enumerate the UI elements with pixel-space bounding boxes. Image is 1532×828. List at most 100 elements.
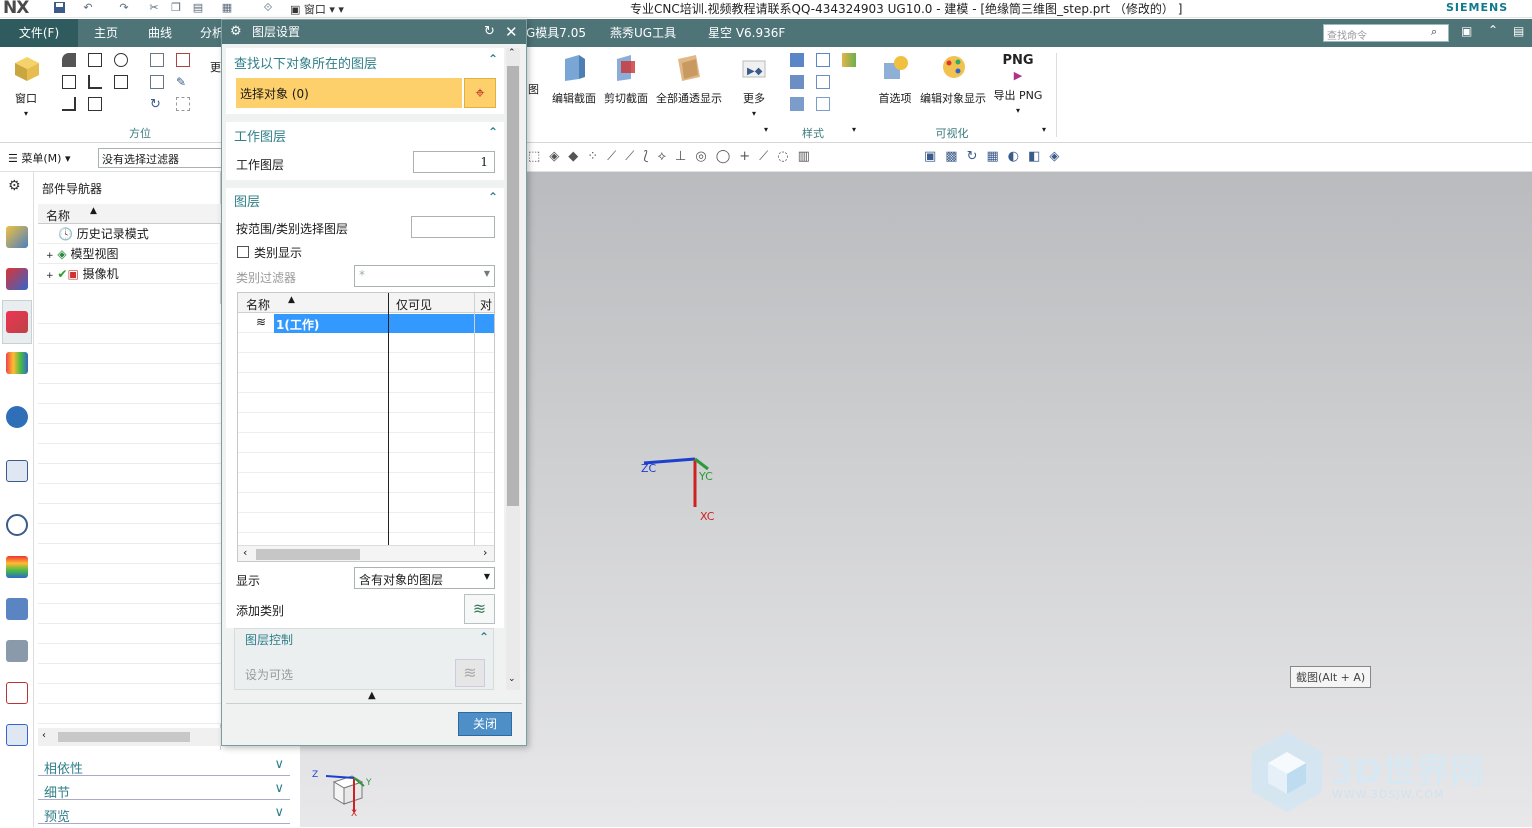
clip-section-button[interactable]: 剪切截面 [603, 53, 649, 106]
layer-icon[interactable] [176, 97, 190, 111]
show-all-translucent-button[interactable]: 全部通透显示 [655, 53, 723, 106]
panel-dependencies[interactable]: 相依性 ∨ [38, 754, 290, 777]
scroll-left-icon[interactable]: ‹ [42, 730, 46, 741]
history-clock-icon[interactable] [6, 514, 28, 536]
category-display-checkbox[interactable] [237, 246, 249, 258]
studio-icon[interactable] [842, 53, 856, 67]
scroll-thumb[interactable] [507, 66, 519, 506]
edit-object-display-button[interactable]: 编辑对象显示 [919, 53, 987, 106]
scroll-right-icon[interactable]: › [483, 546, 487, 559]
view-icon[interactable] [88, 97, 102, 111]
table-hscrollbar[interactable]: ‹ › [238, 545, 494, 561]
column-header-visible-only[interactable]: 仅可见 [396, 296, 432, 313]
view-icon[interactable] [114, 53, 128, 67]
dialog-vscrollbar[interactable]: ⌃ ⌄ [506, 48, 520, 690]
nav-item-history[interactable]: 🕓 历史记录模式 [38, 224, 218, 244]
chevron-up-icon[interactable]: ⌃ [479, 630, 489, 644]
scroll-up-icon[interactable]: ⌃ [508, 48, 516, 58]
scroll-thumb[interactable] [58, 732, 190, 742]
scroll-down-icon[interactable]: ⌄ [508, 674, 516, 684]
more-button[interactable]: ▶◆ 更多 ▾ [738, 53, 770, 119]
save-icon[interactable] [51, 1, 67, 16]
display-select[interactable]: 含有对象的图层 ▼ [354, 567, 495, 589]
restore-window-icon[interactable]: ▣ [1461, 24, 1472, 38]
dropdown-arrow-icon[interactable]: ▾ [764, 125, 768, 134]
cut-icon[interactable]: ✂ [146, 1, 162, 16]
wireframe-icon[interactable] [816, 53, 830, 67]
nav-item-model-views[interactable]: + ◈ 模型视图 [38, 244, 218, 264]
fit-icon[interactable] [150, 53, 164, 67]
face-analysis-icon[interactable] [790, 97, 804, 111]
view-icon[interactable] [62, 53, 76, 67]
settings-gear-icon[interactable]: ⚙ [8, 178, 21, 194]
assembly-navigator-icon[interactable] [6, 226, 28, 248]
copy-icon[interactable]: ❐ [168, 1, 184, 16]
constraint-navigator-icon[interactable] [6, 268, 28, 290]
crosshair-select-icon[interactable]: ⌖ [464, 78, 496, 108]
scroll-thumb[interactable] [256, 549, 360, 560]
partially-shaded-icon[interactable] [816, 97, 830, 111]
web-browser-icon[interactable] [6, 460, 28, 482]
view-toolbar-icons[interactable]: ▣▩↻▦◐◧◈ [924, 149, 1068, 164]
layer-row-1[interactable]: ≋ 1(工作) [238, 314, 494, 333]
more-left-label[interactable]: 更 [210, 59, 221, 75]
snap-point-icons[interactable]: ⬚◈◆⁘⟋⟋⟅⟡⊥◎◯+⟋◌▥ [528, 149, 819, 164]
tab-yanxiu-tools[interactable]: 燕秀UG工具 [602, 19, 684, 47]
tab-home[interactable]: 主页 [86, 19, 126, 47]
repeat-command-icon[interactable]: ⟐ [260, 1, 276, 16]
section-control-header[interactable]: 图层控制 [245, 631, 293, 648]
info-icon[interactable] [6, 406, 28, 428]
dropdown-arrow-icon[interactable]: ▾ [1042, 125, 1046, 134]
view-icon[interactable] [88, 53, 102, 67]
dialog-title-bar[interactable]: ⚙ 图层设置 ↻ ✕ [222, 20, 526, 44]
section-layer-header[interactable]: 图层 [234, 191, 260, 210]
dropdown-arrow-icon[interactable]: ▾ [852, 125, 856, 134]
navigator-column-header[interactable]: 名称 ▲ [38, 204, 221, 224]
view-icon[interactable] [114, 75, 128, 89]
ribbon-options-icon[interactable]: ▤ [1513, 24, 1524, 38]
process-studio-icon[interactable] [6, 598, 28, 620]
close-icon[interactable]: ✕ [505, 20, 518, 44]
tab-mold-tools[interactable]: G模具7.05 [518, 19, 594, 47]
set-selectable-layers-icon[interactable]: ≋ [455, 659, 485, 687]
view-icon[interactable] [62, 75, 76, 89]
panel-details[interactable]: 细节 ∨ [38, 778, 290, 801]
window-button[interactable]: 窗口 ▾ [8, 53, 44, 119]
hidden-edges-icon[interactable] [816, 75, 830, 89]
edit-section-button[interactable]: 编辑截面 [552, 53, 596, 106]
paste-icon[interactable]: ▤ [190, 1, 206, 16]
main-menu-button[interactable]: ☰ 菜单(M) ▾ [8, 150, 70, 166]
panel-preview[interactable]: 预览 ∨ [38, 802, 290, 825]
navigator-hscrollbar[interactable]: ‹ [38, 728, 221, 746]
reuse-library-icon[interactable] [6, 352, 28, 374]
tab-xingkong[interactable]: 星空 V6.936F [700, 19, 793, 47]
section-find-header[interactable]: 查找以下对象所在的图层 [234, 53, 377, 72]
nav-item-cameras[interactable]: + ✔▣ 摄像机 [38, 264, 218, 284]
shaded-icon[interactable] [790, 53, 804, 67]
part-navigator-tab[interactable] [2, 300, 32, 344]
column-header-object-count[interactable]: 对 [480, 296, 492, 313]
close-button[interactable]: 关闭 [458, 712, 512, 736]
tab-file[interactable]: 文件(F) [0, 19, 78, 47]
chevron-up-icon[interactable]: ⌃ [488, 125, 498, 139]
chevron-up-icon[interactable]: ⌃ [488, 52, 498, 66]
expand-more-icon[interactable]: ▲ [368, 690, 376, 701]
zoom-icon[interactable] [176, 53, 190, 67]
expand-icon[interactable]: + [46, 251, 54, 261]
pencil-icon[interactable]: ✎ [176, 75, 190, 89]
palette-icon[interactable] [6, 724, 28, 746]
undo-icon[interactable]: ↶ [80, 1, 96, 16]
redo-icon[interactable]: ↷ [116, 1, 132, 16]
reset-icon[interactable]: ↻ [484, 20, 495, 44]
select-object-field[interactable]: 选择对象 (0) [236, 78, 462, 108]
view-icon[interactable] [88, 75, 102, 89]
system-scene-icon[interactable] [6, 682, 28, 704]
export-png-button[interactable]: PNG ▶ 导出 PNG ▾ [993, 53, 1043, 116]
chevron-up-icon[interactable]: ⌃ [488, 190, 498, 204]
search-icon[interactable]: ⌕ [1431, 25, 1437, 39]
view-icon[interactable] [62, 97, 76, 111]
category-filter-select[interactable]: * ▼ [354, 265, 495, 287]
preferences-button[interactable]: 首选项 [876, 53, 914, 106]
selection-filter-select[interactable]: 没有选择过滤器 [98, 148, 224, 168]
shaded-edges-icon[interactable] [790, 75, 804, 89]
